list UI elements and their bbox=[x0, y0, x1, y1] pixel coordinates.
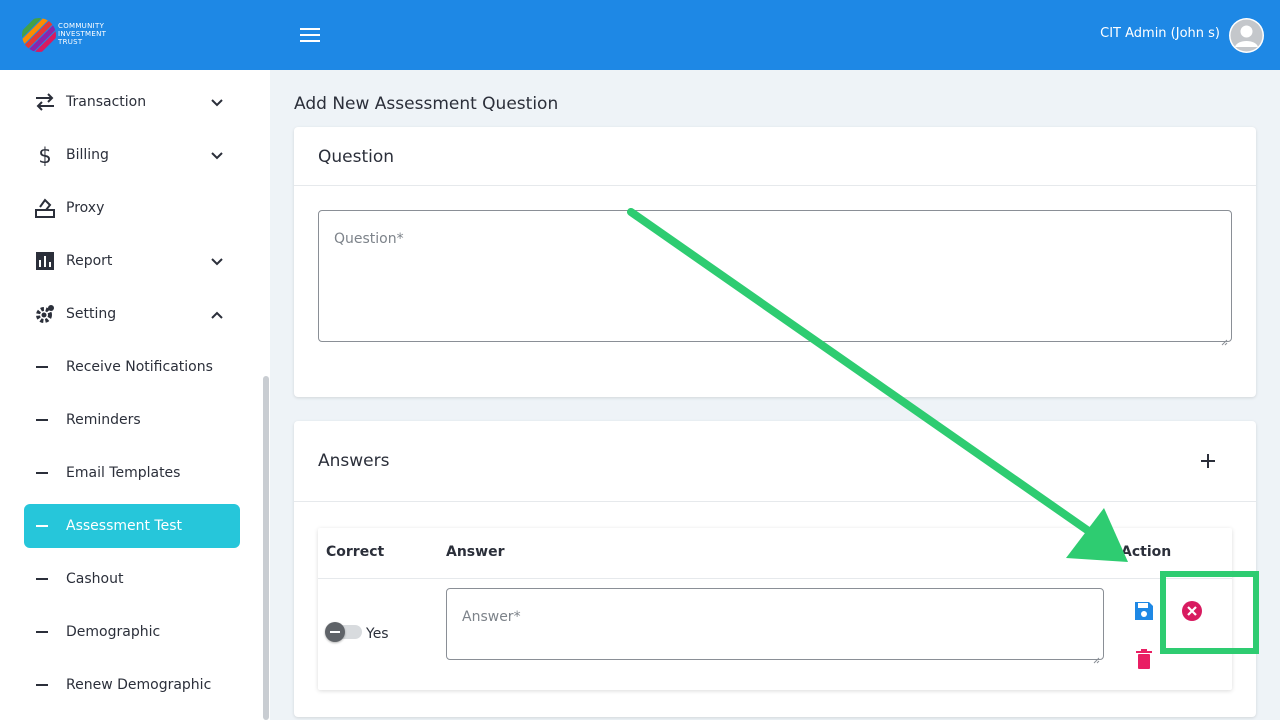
card-divider bbox=[294, 501, 1256, 502]
toggle-label: Yes bbox=[366, 626, 389, 642]
correct-toggle[interactable] bbox=[325, 622, 362, 642]
bar-chart-icon bbox=[34, 250, 56, 272]
svg-text:$: $ bbox=[38, 144, 51, 166]
answers-card: Answers Correct Answer Action Yes Answer… bbox=[294, 421, 1256, 717]
sidebar-subitem-reminders[interactable]: Reminders bbox=[24, 398, 240, 442]
answer-placeholder: Answer* bbox=[462, 609, 521, 625]
dash-icon bbox=[36, 631, 48, 633]
dollar-icon: $ bbox=[34, 144, 56, 168]
sidebar-item-report[interactable]: Report bbox=[24, 239, 240, 283]
sidebar-item-label: Email Templates bbox=[66, 465, 181, 481]
resize-handle-icon[interactable] bbox=[1221, 331, 1228, 346]
dash-icon bbox=[36, 419, 48, 421]
sidebar-subitem-renew-demographic[interactable]: Renew Demographic bbox=[24, 663, 240, 707]
sidebar-subitem-demographic[interactable]: Demographic bbox=[24, 610, 240, 654]
answer-textarea[interactable]: Answer* bbox=[446, 588, 1104, 664]
sidebar-subitem-cashout[interactable]: Cashout bbox=[24, 557, 240, 601]
chevron-down-icon bbox=[210, 95, 224, 109]
question-textarea[interactable]: Question* bbox=[318, 210, 1232, 346]
sidebar-item-label: Proxy bbox=[66, 200, 105, 216]
dash-icon bbox=[36, 525, 48, 527]
sidebar-item-label: Transaction bbox=[66, 94, 147, 110]
chevron-up-icon bbox=[210, 307, 224, 321]
chevron-down-icon bbox=[210, 148, 224, 162]
gear-icon bbox=[34, 303, 56, 325]
sidebar-item-label: Setting bbox=[66, 306, 117, 322]
sidebar-item-label: Cashout bbox=[66, 571, 124, 587]
sidebar-item-label: Reminders bbox=[66, 412, 141, 428]
question-placeholder: Question* bbox=[334, 231, 404, 247]
question-card: Question Question* bbox=[294, 127, 1256, 397]
sidebar-subitem-receive-notifications[interactable]: Receive Notifications bbox=[24, 345, 240, 389]
top-header: COMMUNITY INVESTMENT TRUST CIT Admin (Jo… bbox=[0, 0, 1280, 70]
sidebar-item-proxy[interactable]: Proxy bbox=[24, 186, 240, 230]
plus-icon[interactable] bbox=[1200, 453, 1216, 469]
question-card-title: Question bbox=[318, 147, 395, 167]
column-header-correct: Correct bbox=[326, 544, 385, 560]
delete-icon[interactable] bbox=[1132, 647, 1156, 671]
sidebar-subitem-assessment-test[interactable]: Assessment Test bbox=[24, 504, 240, 548]
chevron-down-icon bbox=[210, 254, 224, 268]
resize-handle-icon[interactable] bbox=[1093, 649, 1100, 664]
hamburger-menu-icon[interactable] bbox=[298, 24, 322, 46]
answers-table: Correct Answer Action Yes Answer* bbox=[318, 528, 1232, 690]
table-divider bbox=[318, 578, 1232, 579]
brand-name: COMMUNITY INVESTMENT TRUST bbox=[58, 22, 106, 46]
brand-logo-icon[interactable] bbox=[22, 18, 56, 52]
sidebar-item-setting[interactable]: Setting bbox=[24, 292, 240, 336]
toggle-knob bbox=[325, 622, 345, 642]
sidebar-item-label: Receive Notifications bbox=[66, 359, 213, 375]
sidebar-item-transaction[interactable]: Transaction bbox=[24, 80, 240, 124]
dash-icon bbox=[36, 684, 48, 686]
sidebar-scrollbar[interactable] bbox=[263, 376, 269, 720]
sidebar-item-label: Demographic bbox=[66, 624, 161, 640]
brand-line: INVESTMENT bbox=[58, 30, 107, 38]
card-divider bbox=[294, 185, 1256, 186]
swap-arrows-icon bbox=[34, 91, 56, 113]
brand-line: COMMUNITY bbox=[58, 22, 105, 30]
sidebar-item-billing[interactable]: $ Billing bbox=[24, 133, 240, 177]
column-header-action: Action bbox=[1121, 544, 1172, 560]
sidebar-item-label: Renew Demographic bbox=[66, 677, 212, 693]
user-name[interactable]: CIT Admin (John s) bbox=[1100, 26, 1220, 41]
cancel-icon[interactable] bbox=[1180, 599, 1204, 623]
dash-icon bbox=[36, 578, 48, 580]
sidebar-subitem-email-templates[interactable]: Email Templates bbox=[24, 451, 240, 495]
answers-card-title: Answers bbox=[318, 451, 390, 471]
sidebar-item-label: Billing bbox=[66, 147, 109, 163]
user-avatar-icon[interactable] bbox=[1229, 18, 1264, 53]
brand-line: TRUST bbox=[58, 38, 83, 46]
ballot-box-icon bbox=[34, 197, 56, 219]
dash-icon bbox=[36, 366, 48, 368]
page-title: Add New Assessment Question bbox=[294, 94, 559, 114]
sidebar-item-label: Report bbox=[66, 253, 113, 269]
sidebar: Transaction $ Billing Proxy Report Setti… bbox=[0, 70, 270, 720]
save-icon[interactable] bbox=[1132, 599, 1156, 623]
column-header-answer: Answer bbox=[446, 544, 505, 560]
dash-icon bbox=[36, 472, 48, 474]
sidebar-item-label: Assessment Test bbox=[66, 518, 182, 534]
